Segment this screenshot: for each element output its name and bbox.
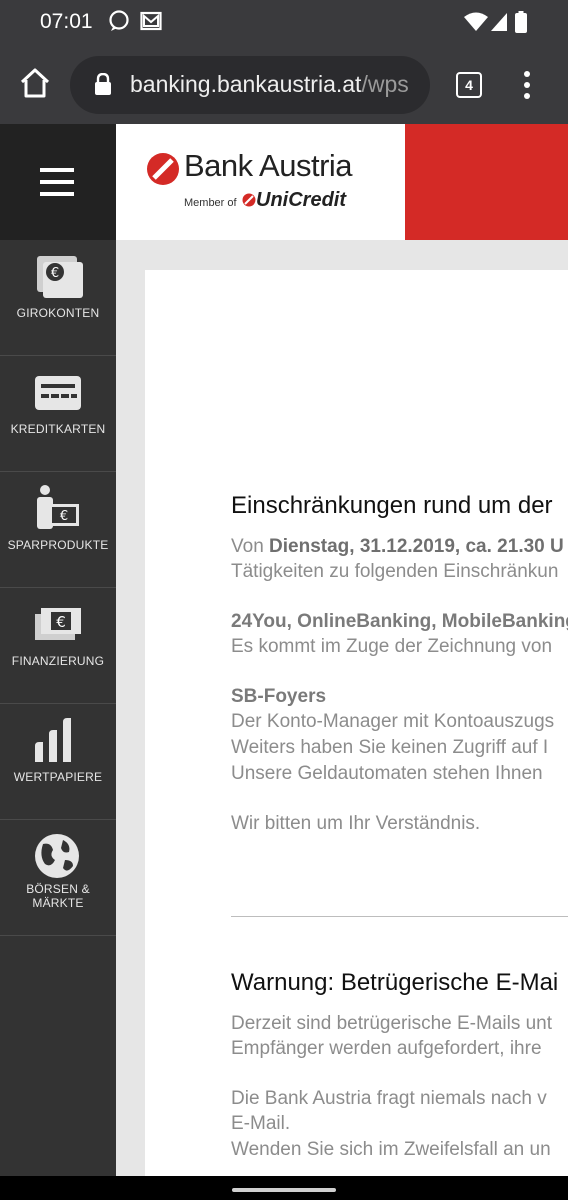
svg-text:€: € — [51, 266, 59, 281]
wifi-icon — [464, 12, 488, 31]
header-accent-bar — [405, 124, 568, 240]
home-icon[interactable] — [18, 66, 52, 100]
lock-icon — [95, 73, 111, 95]
sidebar-item-label: GIROKONTEN — [16, 306, 100, 320]
menu-button[interactable] — [0, 124, 116, 240]
chat-notification-icon — [109, 10, 129, 31]
gmail-notification-icon — [140, 11, 162, 31]
bar-chart-icon — [35, 718, 71, 762]
sidebar-item-wertpapiere[interactable]: WERTPAPIERE — [0, 704, 116, 820]
notice-text: Wir bitten um Ihr Verständnis. — [231, 813, 481, 834]
sidebar-item-finanzierung[interactable]: € FINANZIERUNG — [0, 588, 116, 704]
browser-toolbar: banking.bankaustria.at/wps 4 — [0, 46, 568, 124]
address-bar[interactable]: banking.bankaustria.at/wps — [70, 56, 430, 114]
piggy-euro-icon: € — [37, 485, 79, 529]
sidebar-item-sparprodukte[interactable]: € SPARPRODUKTE — [0, 472, 116, 588]
notice-text: Unsere Geldautomaten stehen Ihnen — [231, 763, 543, 784]
sidebar-item-girokonten[interactable]: € GIROKONTEN — [0, 240, 116, 356]
unicredit-name: UniCredit — [256, 189, 346, 211]
sidebar-item-kreditkarten[interactable]: KREDITKARTEN — [0, 356, 116, 472]
sidebar-nav: € GIROKONTEN KREDITKARTEN € SPARPRODUKTE… — [0, 124, 116, 1176]
svg-text:€: € — [56, 613, 66, 631]
tab-switcher-button[interactable]: 4 — [456, 72, 482, 98]
home-gesture-handle[interactable] — [232, 1188, 336, 1192]
url-path: /wps — [361, 71, 409, 97]
system-navigation-bar — [0, 1176, 568, 1200]
notice-text: Der Konto-Manager mit Kontoauszugs — [231, 711, 555, 732]
svg-text:€: € — [60, 509, 68, 524]
warning-text: Empfänger werden aufgefordert, ihre — [231, 1038, 542, 1059]
sidebar-item-label: KREDITKARTEN — [10, 422, 106, 436]
member-of-label: Member of — [184, 197, 237, 209]
notice-text: Von Dienstag, 31.12.2019, ca. 21.30 U — [231, 536, 564, 557]
sidebar-item-label: WERTPAPIERE — [13, 770, 103, 784]
sidebar-item-label: BÖRSEN & — [26, 882, 90, 896]
warning-text: Die Bank Austria fragt niemals nach v — [231, 1088, 547, 1109]
warning-text: E-Mail. — [231, 1113, 291, 1134]
notice-subheading: SB-Foyers — [231, 686, 327, 707]
signal-icon — [491, 13, 507, 31]
status-time: 07:01 — [40, 10, 93, 33]
notice-title: Einschränkungen rund um der — [231, 492, 553, 519]
sidebar-item-boersen-maerkte[interactable]: BÖRSEN & MÄRKTE — [0, 820, 116, 936]
globe-icon — [35, 834, 79, 878]
wallet-euro-icon: € — [37, 256, 83, 298]
status-bar: 07:01 — [0, 0, 568, 46]
notice-text: Tätigkeiten zu folgenden Einschränkun — [231, 561, 559, 582]
brand-name: Bank Austria — [184, 148, 353, 183]
warning-title: Warnung: Betrügerische E-Mai — [231, 969, 559, 996]
url-host: banking.bankaustria.at — [130, 71, 362, 97]
url-text: banking.bankaustria.at/wps — [130, 71, 409, 98]
unicredit-logo-mark — [242, 193, 256, 207]
sidebar-item-label: SPARPRODUKTE — [7, 538, 109, 552]
hamburger-icon — [40, 168, 74, 196]
sidebar-item-label-line2: MÄRKTE — [32, 896, 84, 910]
bank-austria-logo-mark — [147, 153, 179, 185]
sidebar-item-label: FINANZIERUNG — [11, 654, 105, 668]
banknotes-icon: € — [35, 608, 81, 640]
notice-text: Es kommt im Zuge der Zeichnung von — [231, 636, 553, 657]
bank-logo[interactable]: Bank Austria Member of UniCredit — [116, 124, 405, 240]
more-options-icon[interactable] — [520, 70, 534, 100]
notice-text: Weiters haben Sie keinen Zugriff auf I — [231, 737, 549, 758]
notice-divider — [231, 916, 568, 917]
notice-subheading: 24You, OnlineBanking, MobileBanking — [231, 611, 568, 632]
battery-icon — [515, 11, 527, 33]
warning-text: Wenden Sie sich im Zweifelsfall an un — [231, 1139, 551, 1160]
warning-text: Derzeit sind betrügerische E-Mails unt — [231, 1013, 553, 1034]
credit-card-icon — [35, 376, 81, 410]
